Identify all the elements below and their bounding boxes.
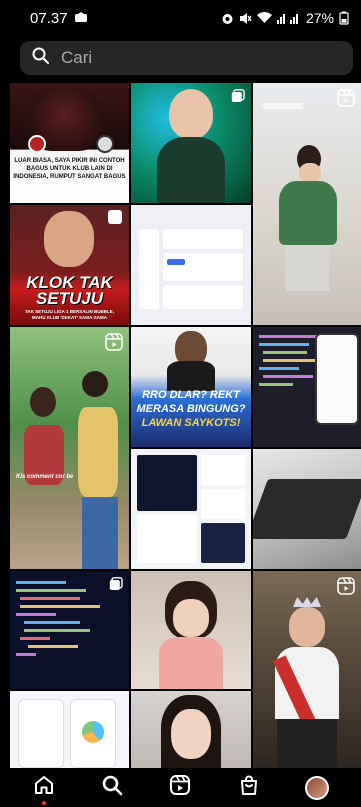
post-caption: LUAR BIASA, SAYA PIKIR INI CONTOH BAGUS … — [13, 158, 126, 180]
nav-home[interactable] — [24, 770, 64, 806]
nav-profile[interactable] — [297, 770, 337, 806]
nav-search[interactable] — [92, 770, 132, 806]
home-icon — [33, 774, 55, 801]
multi-post-icon — [231, 89, 245, 108]
boy-body — [78, 407, 118, 497]
signal-icon — [276, 12, 301, 24]
face-image — [173, 599, 209, 637]
bottom-nav — [0, 768, 361, 807]
search-icon — [101, 774, 123, 801]
girl-hair — [30, 387, 56, 417]
post-subtext: TAK SETUJU LIGA 1 BERSALIN BUBBLE, MAHU … — [24, 309, 114, 320]
grid-post-girl[interactable] — [131, 571, 251, 689]
shop-icon — [238, 774, 260, 801]
boy-jeans — [82, 497, 118, 569]
post-headline-1: RRO DLAR? REKT — [142, 389, 240, 401]
person-body — [167, 361, 215, 391]
avatar — [304, 775, 329, 800]
grid-post-code[interactable] — [10, 571, 129, 689]
phone-mockup — [315, 333, 359, 425]
search-input[interactable]: Cari — [20, 41, 353, 75]
post-headline-2: MERASA BINGUNG? — [136, 403, 246, 415]
face-image — [299, 163, 321, 183]
alarm-icon — [221, 12, 234, 25]
notification-dot — [42, 800, 47, 805]
grid-post-closeup[interactable] — [131, 691, 251, 768]
status-bar: 07.37 27% — [0, 0, 361, 36]
body-image — [159, 637, 223, 689]
reel-icon — [337, 577, 355, 600]
grid-post-laptop[interactable] — [253, 449, 361, 569]
post-headline: KLOK TAK SETUJU — [26, 273, 113, 308]
crown-image — [293, 597, 321, 607]
face-image — [171, 709, 211, 759]
explore-grid: LUAR BIASA, SAYA PIKIR INI CONTOH BAGUS … — [10, 83, 361, 768]
reel-caption: Kis comment cor be — [16, 474, 74, 480]
boy-hair — [82, 371, 108, 397]
reel-icon — [337, 89, 355, 112]
face-image — [169, 89, 213, 139]
grid-post-football[interactable]: LUAR BIASA, SAYA PIKIR INI CONTOH BAGUS … — [10, 83, 129, 203]
grid-post-website[interactable] — [131, 449, 251, 569]
battery-text: 27% — [305, 10, 334, 26]
face-image — [289, 607, 325, 647]
status-time: 07.37 — [30, 9, 68, 27]
grid-post-klok[interactable]: KLOK TAK SETUJU TAK SETUJU LIGA 1 BERSAL… — [10, 205, 129, 325]
mute-icon — [239, 12, 252, 25]
notification-icon — [74, 12, 88, 24]
grid-post-code-phone[interactable] — [253, 327, 361, 447]
reel-icon — [105, 333, 123, 356]
grid-post-dashboard[interactable] — [131, 205, 251, 325]
search-icon — [32, 47, 49, 69]
grid-post-app-ui[interactable] — [10, 691, 129, 768]
grid-post-portrait[interactable] — [131, 83, 251, 203]
grid-reel-couple[interactable]: Kis comment cor be — [10, 327, 129, 569]
body-image — [157, 137, 225, 203]
club-logo — [28, 135, 46, 153]
club-logo — [96, 135, 114, 153]
laptop-image — [253, 479, 361, 539]
post-headline-3: LAWAN SAYKOTS! — [141, 417, 241, 429]
brand-logo — [108, 210, 122, 224]
grid-reel-dancer[interactable] — [253, 83, 361, 325]
pants-image — [285, 245, 329, 291]
grid-reel-pageant[interactable] — [253, 571, 361, 768]
battery-icon — [339, 11, 349, 25]
search-placeholder: Cari — [61, 48, 93, 67]
wifi-icon — [256, 12, 272, 24]
nav-shop[interactable] — [229, 770, 269, 806]
player-face — [44, 211, 94, 267]
nav-reels[interactable] — [160, 770, 200, 806]
green-cardigan — [279, 181, 337, 245]
grid-post-saykots[interactable]: RRO DLAR? REKT MERASA BINGUNG? LAWAN SAY… — [131, 327, 251, 447]
reels-icon — [169, 774, 191, 801]
multi-post-icon — [109, 577, 123, 596]
